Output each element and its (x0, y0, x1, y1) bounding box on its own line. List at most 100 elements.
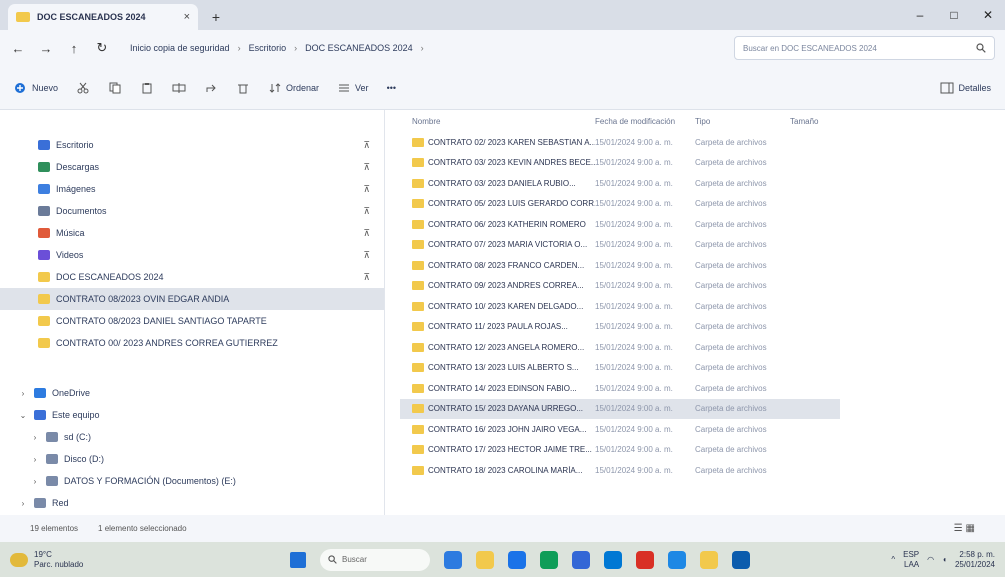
chevron-icon[interactable]: › (18, 389, 28, 398)
taskbar-app-icon[interactable] (540, 550, 558, 569)
taskbar-app-icon[interactable] (508, 550, 526, 569)
file-row[interactable]: CONTRATO 03/ 2023 DANIELA RUBIO... 15/01/… (400, 173, 1005, 194)
sidebar-item[interactable]: Descargas ⊼ (0, 156, 384, 178)
file-name-cell[interactable]: CONTRATO 02/ 2023 KAREN SEBASTIAN A... (400, 137, 595, 147)
cut-icon[interactable] (76, 82, 90, 94)
refresh-button[interactable]: ↻ (94, 40, 110, 56)
taskbar-app-icon[interactable] (668, 550, 686, 569)
taskbar-search[interactable]: Buscar (320, 548, 430, 571)
chevron-icon[interactable]: ⌄ (18, 411, 28, 420)
column-header-name[interactable]: Nombre (400, 117, 595, 126)
new-button[interactable]: Nuevo (14, 82, 58, 94)
tree-item[interactable]: › OneDrive (0, 382, 384, 404)
file-name-cell[interactable]: CONTRATO 05/ 2023 LUIS GERARDO CORR... (400, 199, 595, 209)
sidebar-item[interactable]: Videos ⊼ (0, 244, 384, 266)
file-row[interactable]: CONTRATO 02/ 2023 KAREN SEBASTIAN A... 15… (400, 132, 1005, 153)
taskbar-app-icon[interactable] (700, 550, 718, 569)
pin-icon[interactable]: ⊼ (363, 272, 370, 283)
rename-icon[interactable] (172, 82, 186, 94)
file-name-cell[interactable]: CONTRATO 03/ 2023 KEVIN ANDRES BECE... (400, 158, 595, 168)
volume-icon[interactable]: ◖ (942, 555, 947, 564)
breadcrumb-item[interactable]: Inicio copia de seguridad (130, 43, 230, 53)
chevron-up-icon[interactable]: ^ (891, 555, 895, 564)
new-tab-button[interactable]: + (206, 7, 226, 27)
breadcrumb-item[interactable]: DOC ESCANEADOS 2024 (305, 43, 413, 53)
pin-icon[interactable]: ⊼ (363, 228, 370, 239)
file-row[interactable]: CONTRATO 05/ 2023 LUIS GERARDO CORR... 15… (400, 194, 1005, 215)
file-name-cell[interactable]: CONTRATO 09/ 2023 ANDRES CORREA... (400, 281, 595, 291)
file-row[interactable]: CONTRATO 17/ 2023 HECTOR JAIME TRE... 15/… (400, 440, 1005, 461)
minimize-button[interactable]: – (903, 8, 937, 22)
pin-icon[interactable]: ⊼ (363, 184, 370, 195)
taskbar-app-icon[interactable] (476, 550, 494, 569)
delete-icon[interactable] (236, 82, 250, 94)
copy-icon[interactable] (108, 82, 122, 94)
file-row[interactable]: CONTRATO 13/ 2023 LUIS ALBERTO S... 15/01… (400, 358, 1005, 379)
file-name-cell[interactable]: CONTRATO 03/ 2023 DANIELA RUBIO... (400, 178, 595, 188)
file-name-cell[interactable]: CONTRATO 15/ 2023 DAYANA URREGO... (400, 404, 595, 414)
file-row[interactable]: CONTRATO 15/ 2023 DAYANA URREGO... 15/01/… (400, 398, 840, 419)
file-row[interactable]: CONTRATO 12/ 2023 ANGELA ROMERO... 15/01/… (400, 337, 1005, 358)
taskbar-app-icon[interactable] (636, 550, 654, 569)
column-header-date[interactable]: Fecha de modificación (595, 117, 695, 126)
pin-icon[interactable]: ⊼ (363, 140, 370, 151)
file-name-cell[interactable]: CONTRATO 18/ 2023 CAROLINA MARÍA... (400, 465, 595, 475)
tree-item[interactable]: › Disco (D:) (0, 448, 384, 470)
clock[interactable]: 2:58 p. m. 25/01/2024 (955, 550, 995, 570)
paste-icon[interactable] (140, 82, 154, 94)
tree-item[interactable]: › DATOS Y FORMACIÓN (Documentos) (E:) (0, 470, 384, 492)
up-button[interactable]: ↑ (66, 41, 82, 56)
tab-close-button[interactable]: × (184, 11, 190, 23)
chevron-icon[interactable]: › (18, 499, 28, 508)
close-window-button[interactable]: ✕ (971, 8, 1005, 22)
pin-icon[interactable]: ⊼ (363, 250, 370, 261)
taskbar-app-icon[interactable] (732, 550, 750, 569)
tree-item[interactable]: ⌄ Este equipo (0, 404, 384, 426)
sidebar-item[interactable]: Música ⊼ (0, 222, 384, 244)
file-name-cell[interactable]: CONTRATO 16/ 2023 JOHN JAIRO VEGA... (400, 424, 595, 434)
details-button[interactable]: Detalles (940, 82, 991, 94)
file-row[interactable]: CONTRATO 09/ 2023 ANDRES CORREA... 15/01/… (400, 276, 1005, 297)
view-button[interactable]: Ver (337, 82, 369, 94)
file-name-cell[interactable]: CONTRATO 10/ 2023 KAREN DELGADO... (400, 301, 595, 311)
wifi-icon[interactable]: ◠ (927, 555, 934, 564)
taskbar-app-icon[interactable] (444, 550, 462, 569)
file-name-cell[interactable]: CONTRATO 06/ 2023 KATHERIN ROMERO (400, 219, 595, 229)
file-name-cell[interactable]: CONTRATO 12/ 2023 ANGELA ROMERO... (400, 342, 595, 352)
file-row[interactable]: CONTRATO 14/ 2023 EDINSON FABIO... 15/01/… (400, 378, 1005, 399)
search-input[interactable]: Buscar en DOC ESCANEADOS 2024 (734, 36, 995, 60)
tree-item[interactable]: › Red (0, 492, 384, 514)
column-header-type[interactable]: Tipo (695, 117, 790, 126)
file-row[interactable]: CONTRATO 07/ 2023 MARIA VICTORIA O... 15/… (400, 235, 1005, 256)
sidebar-item[interactable]: CONTRATO 00/ 2023 ANDRES CORREA GUTIERRE… (0, 332, 384, 354)
maximize-button[interactable]: □ (937, 8, 971, 22)
file-name-cell[interactable]: CONTRATO 08/ 2023 FRANCO CARDEN... (400, 260, 595, 270)
sidebar-item[interactable]: CONTRATO 08/2023 DANIEL SANTIAGO TAPARTE (0, 310, 384, 332)
tab-doc-escaneados[interactable]: DOC ESCANEADOS 2024 × (8, 4, 198, 30)
tree-item[interactable]: › sd (C:) (0, 426, 384, 448)
forward-button[interactable]: → (38, 41, 54, 56)
file-row[interactable]: CONTRATO 18/ 2023 CAROLINA MARÍA... 15/01… (400, 460, 1005, 481)
column-header-size[interactable]: Tamaño (790, 117, 850, 126)
file-row[interactable]: CONTRATO 06/ 2023 KATHERIN ROMERO 15/01/2… (400, 214, 1005, 235)
view-toggle-icons[interactable]: ☰ ▦ (954, 523, 975, 534)
pin-icon[interactable]: ⊼ (363, 206, 370, 217)
taskbar-app-icon[interactable] (572, 550, 590, 569)
sidebar-item[interactable]: Documentos ⊼ (0, 200, 384, 222)
file-name-cell[interactable]: CONTRATO 07/ 2023 MARIA VICTORIA O... (400, 240, 595, 250)
more-options-button[interactable]: ••• (387, 83, 396, 93)
pin-icon[interactable]: ⊼ (363, 162, 370, 173)
file-name-cell[interactable]: CONTRATO 11/ 2023 PAULA ROJAS... (400, 322, 595, 332)
chevron-icon[interactable]: › (30, 477, 40, 486)
taskbar-app-icon[interactable] (604, 550, 622, 569)
back-button[interactable]: ← (10, 41, 26, 56)
file-name-cell[interactable]: CONTRATO 13/ 2023 LUIS ALBERTO S... (400, 363, 595, 373)
chevron-icon[interactable]: › (30, 455, 40, 464)
breadcrumb[interactable]: Inicio copia de seguridad › Escritorio ›… (122, 36, 722, 60)
sidebar-item[interactable]: DOC ESCANEADOS 2024 ⊼ (0, 266, 384, 288)
sidebar-item[interactable]: CONTRATO 08/2023 OVIN EDGAR ANDIA (0, 288, 384, 310)
file-row[interactable]: CONTRATO 03/ 2023 KEVIN ANDRES BECE... 15… (400, 153, 1005, 174)
sidebar-item[interactable]: Escritorio ⊼ (0, 134, 384, 156)
breadcrumb-item[interactable]: Escritorio (249, 43, 287, 53)
chevron-icon[interactable]: › (30, 433, 40, 442)
